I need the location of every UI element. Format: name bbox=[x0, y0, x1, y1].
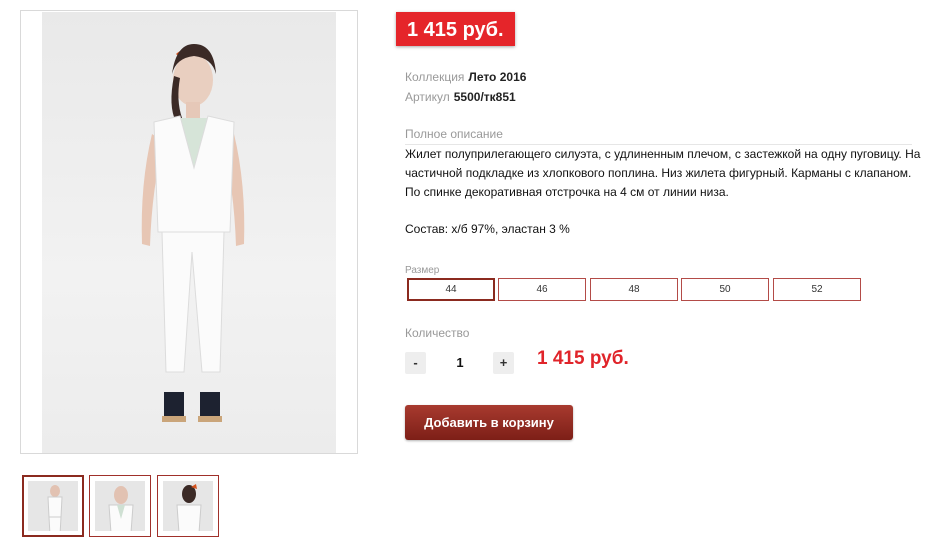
size-option-52[interactable]: 52 bbox=[773, 278, 861, 301]
quantity-value[interactable]: 1 bbox=[446, 352, 474, 374]
size-option-46[interactable]: 46 bbox=[498, 278, 586, 301]
add-to-cart-button[interactable]: Добавить в корзину bbox=[405, 405, 573, 440]
collection-label: Коллекция bbox=[405, 70, 465, 84]
total-price: 1 415 руб. bbox=[537, 348, 629, 369]
sku-value: 5500/тк851 bbox=[453, 90, 516, 104]
thumbnail-image bbox=[163, 481, 213, 531]
thumbnail-3[interactable] bbox=[157, 475, 219, 537]
size-option-48[interactable]: 48 bbox=[590, 278, 678, 301]
description-heading: Полное описание bbox=[405, 127, 503, 141]
size-label: Размер bbox=[405, 265, 440, 276]
sku-label: Артикул bbox=[405, 90, 450, 104]
composition-text: Состав: х/б 97%, эластан 3 % bbox=[405, 222, 570, 236]
sku-row: Артикул 5500/тк851 bbox=[405, 90, 516, 104]
product-main-image[interactable] bbox=[20, 10, 358, 454]
quantity-increase-button[interactable]: + bbox=[493, 352, 514, 374]
description-text: Жилет полуприлегающего силуэта, с удлине… bbox=[405, 147, 921, 199]
product-photo bbox=[42, 12, 336, 453]
price-badge: 1 415 руб. bbox=[396, 12, 515, 46]
thumbnail-image bbox=[28, 481, 78, 531]
collection-row: Коллекция Лето 2016 bbox=[405, 70, 526, 84]
size-option-44[interactable]: 44 bbox=[407, 278, 495, 301]
thumbnail-2[interactable] bbox=[89, 475, 151, 537]
quantity-label: Количество bbox=[405, 326, 470, 340]
size-option-50[interactable]: 50 bbox=[681, 278, 769, 301]
thumbnail-image bbox=[95, 481, 145, 531]
collection-value: Лето 2016 bbox=[468, 70, 527, 84]
quantity-decrease-button[interactable]: - bbox=[405, 352, 426, 374]
thumbnail-1[interactable] bbox=[22, 475, 84, 537]
